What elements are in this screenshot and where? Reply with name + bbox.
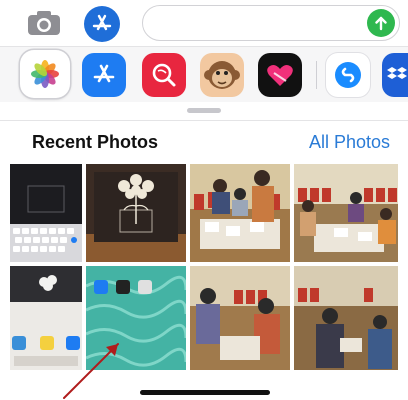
- heart-stickers-app-button[interactable]: [258, 53, 302, 97]
- dropbox-app-button[interactable]: [382, 53, 408, 97]
- sheet-grabber[interactable]: [187, 108, 221, 113]
- pointer-arrow-icon: [63, 343, 119, 399]
- animoji-app-button[interactable]: [200, 53, 244, 97]
- shazam-app-button[interactable]: [326, 53, 370, 97]
- photos-icon: [31, 60, 59, 88]
- photo-thumbnail[interactable]: [10, 164, 82, 262]
- recent-photos-title: Recent Photos: [32, 132, 159, 152]
- photo-thumbnail[interactable]: [190, 266, 290, 370]
- arrow-up-icon: [375, 16, 387, 31]
- photo-thumbnail[interactable]: [86, 164, 186, 262]
- all-photos-link[interactable]: All Photos: [309, 132, 390, 153]
- app-store-icon: [93, 64, 115, 83]
- home-indicator[interactable]: [140, 390, 270, 395]
- photos-app-button[interactable]: [20, 50, 70, 98]
- camera-icon[interactable]: [24, 8, 64, 38]
- photo-thumbnail[interactable]: [190, 164, 290, 262]
- shazam-icon: [335, 62, 361, 88]
- app-store-icon[interactable]: [84, 6, 120, 42]
- send-button[interactable]: [367, 9, 395, 37]
- photo-thumbnail[interactable]: [294, 164, 398, 262]
- dropbox-icon: [387, 67, 407, 79]
- search-globe-icon: [152, 63, 176, 87]
- photo-thumbnail[interactable]: [294, 266, 398, 370]
- message-input-container[interactable]: [142, 5, 400, 41]
- sheet-divider: [0, 120, 408, 121]
- app-drawer: [0, 46, 408, 103]
- drawer-divider: [316, 61, 317, 89]
- image-search-app-button[interactable]: [142, 53, 186, 97]
- message-input[interactable]: [155, 12, 359, 36]
- monkey-icon: [204, 61, 240, 89]
- heart-icon: [267, 65, 293, 86]
- app-store-app-button[interactable]: [82, 53, 126, 97]
